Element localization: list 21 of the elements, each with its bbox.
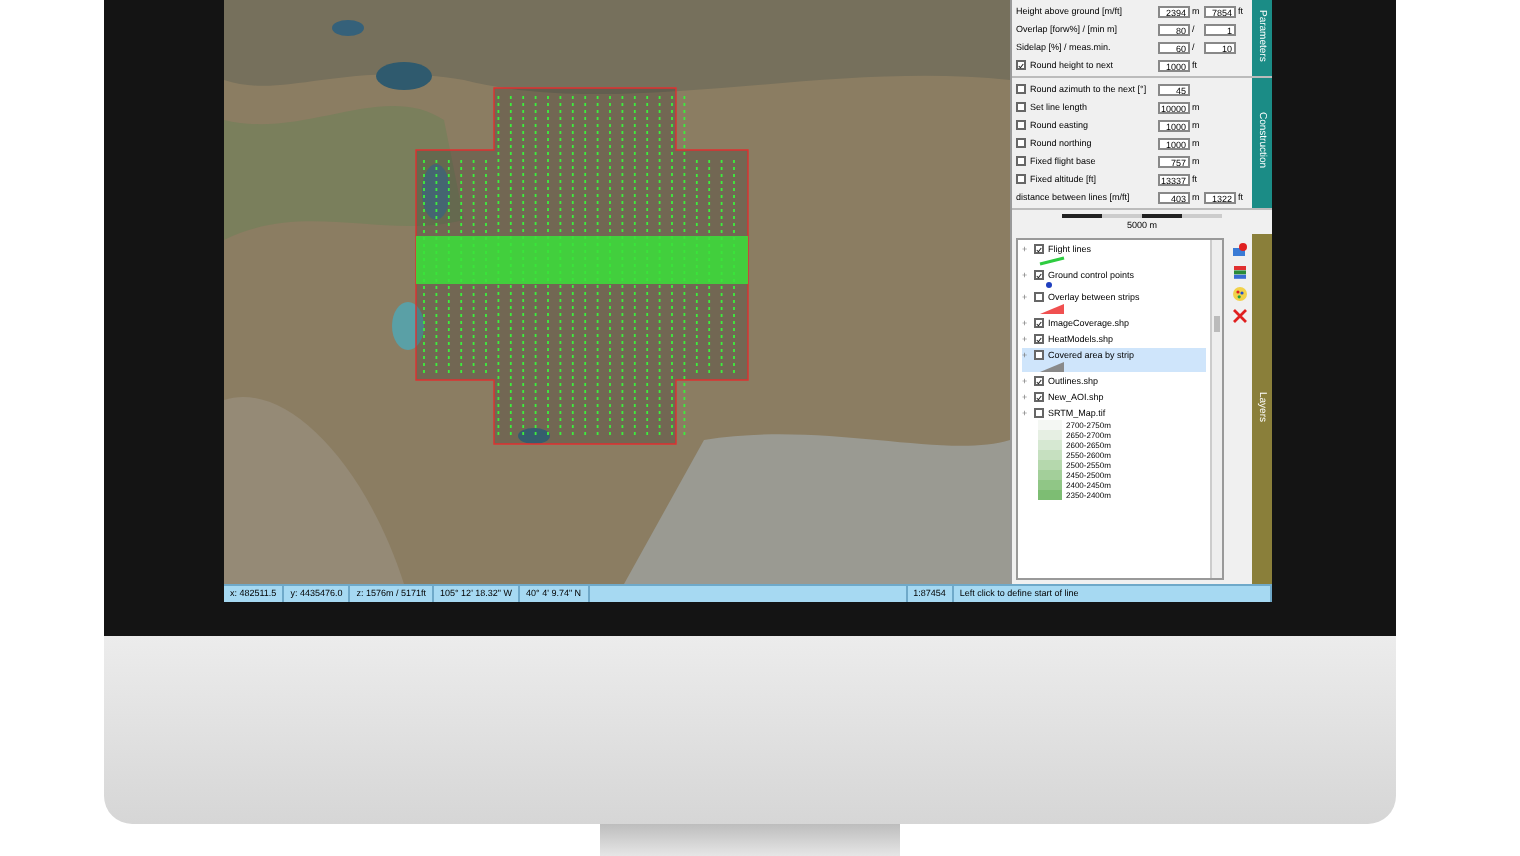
checkbox[interactable] <box>1016 174 1026 184</box>
add-layer-icon[interactable] <box>1232 242 1248 258</box>
checkbox[interactable] <box>1016 156 1026 166</box>
layers-icon[interactable] <box>1232 264 1248 280</box>
checkbox[interactable] <box>1034 318 1044 328</box>
checkbox[interactable] <box>1016 60 1026 70</box>
checkbox[interactable] <box>1016 102 1026 112</box>
checkbox[interactable] <box>1034 292 1044 302</box>
checkbox[interactable] <box>1016 84 1026 94</box>
scrollbar[interactable] <box>1210 240 1222 578</box>
checkbox[interactable] <box>1034 334 1044 344</box>
checkbox[interactable] <box>1034 376 1044 386</box>
checkbox[interactable] <box>1016 138 1026 148</box>
checkbox[interactable] <box>1034 244 1044 254</box>
checkbox[interactable] <box>1034 408 1044 418</box>
checkbox[interactable] <box>1034 270 1044 280</box>
delete-icon[interactable] <box>1232 308 1248 324</box>
checkbox[interactable] <box>1034 392 1044 402</box>
checkbox[interactable] <box>1016 120 1026 130</box>
palette-icon[interactable] <box>1232 286 1248 302</box>
checkbox[interactable] <box>1034 350 1044 360</box>
